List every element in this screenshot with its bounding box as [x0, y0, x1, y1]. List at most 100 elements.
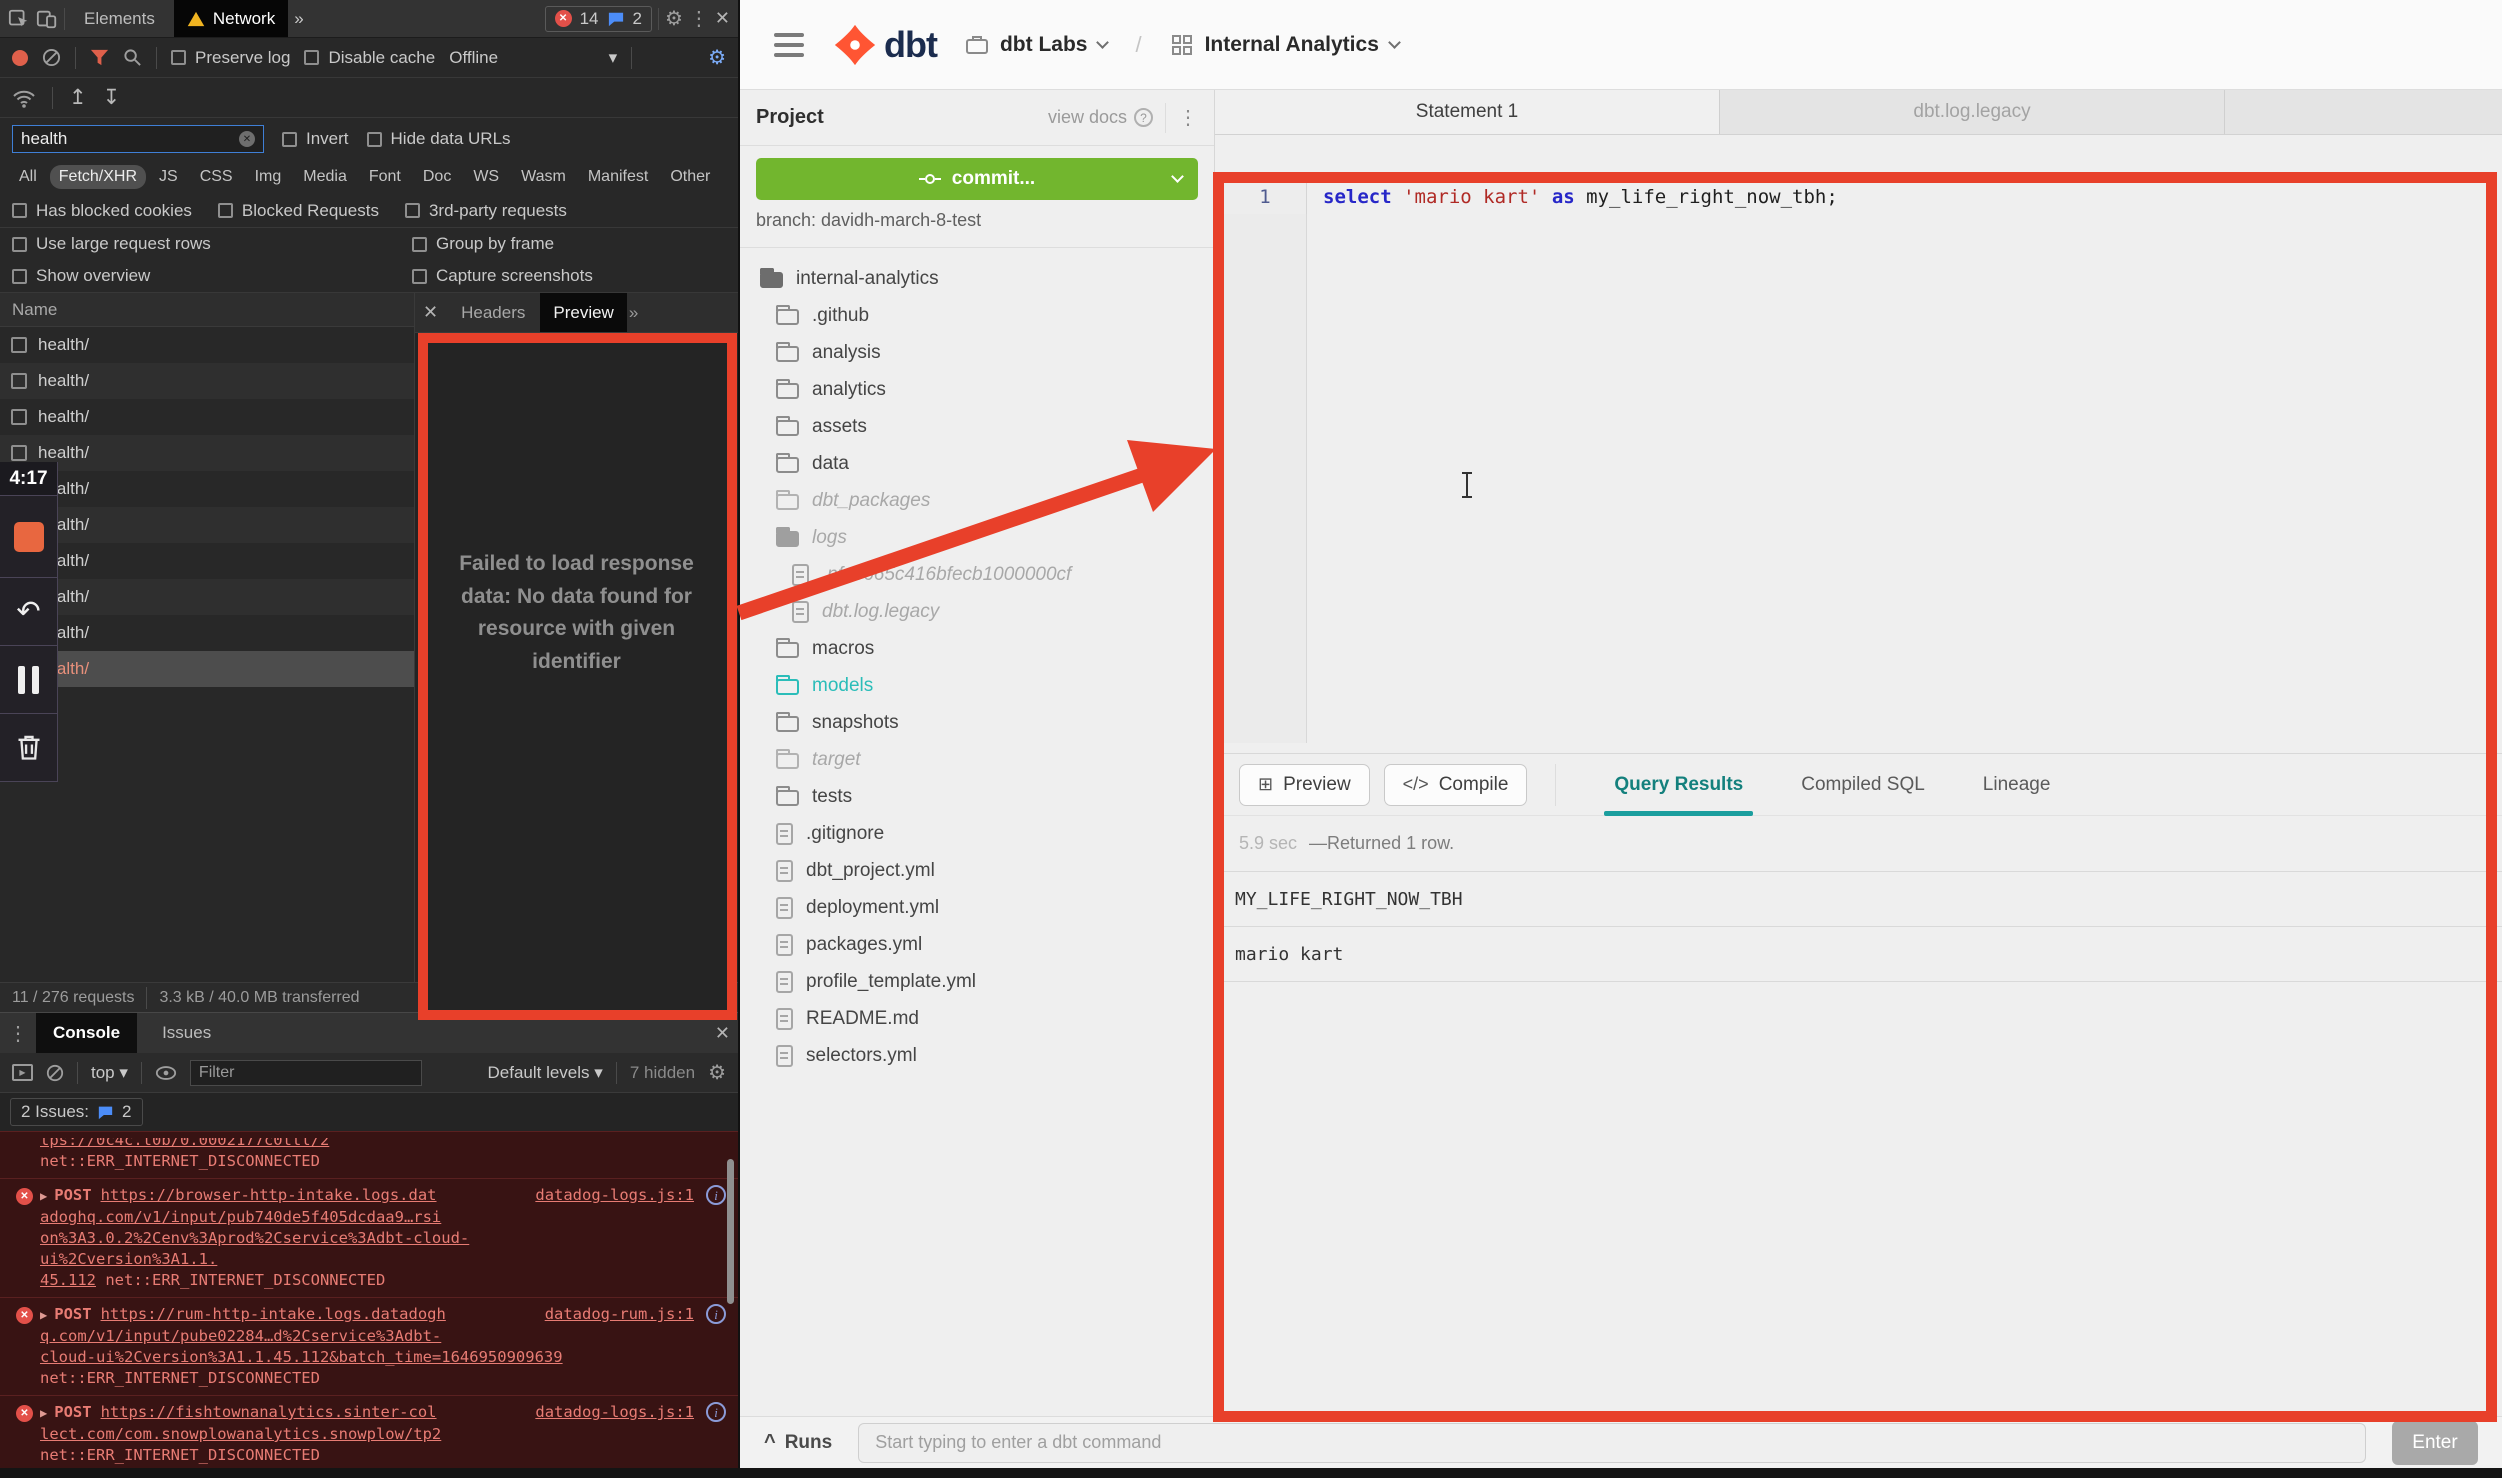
devtools-menu-icon[interactable]: ⋮ [689, 6, 709, 31]
chevron-down-icon[interactable] [1171, 170, 1184, 183]
show-overview-checkbox[interactable]: Show overview [12, 266, 412, 286]
expand-triangle-icon[interactable]: ▶ [40, 1406, 47, 1420]
console-sidebar-icon[interactable]: ▶ [12, 1064, 33, 1081]
tree-item-file-muted[interactable]: .nfc3665c416bfecb1000000cf [740, 556, 1214, 593]
tree-item-folder-muted[interactable]: logs [740, 519, 1214, 556]
chip-wasm[interactable]: Wasm [512, 165, 575, 189]
filter-icon[interactable] [90, 48, 109, 67]
runs-toggle[interactable]: ^Runs [764, 1431, 832, 1454]
result-row[interactable]: mario kart [1215, 926, 2502, 982]
chip-manifest[interactable]: Manifest [579, 165, 657, 189]
tree-item-folder[interactable]: analysis [740, 334, 1214, 371]
clear-console-icon[interactable] [46, 1064, 64, 1082]
console-error-message[interactable]: ✕ ▶POSThttps://browser-http-intake.logs.… [0, 1179, 738, 1298]
use-large-rows-checkbox[interactable]: Use large request rows [12, 234, 412, 254]
inspect-icon[interactable] [8, 8, 30, 30]
console-filter-input[interactable] [190, 1060, 422, 1086]
stop-recording-button[interactable] [0, 496, 58, 578]
issues-summary[interactable]: 2 Issues: 2 [10, 1098, 143, 1126]
preview-button[interactable]: ⊞Preview [1239, 764, 1370, 806]
network-settings-gear-icon[interactable]: ⚙ [708, 48, 726, 68]
chip-doc[interactable]: Doc [414, 165, 460, 189]
network-conditions-icon[interactable] [12, 88, 36, 108]
restart-recording-button[interactable]: ↶ [0, 578, 58, 646]
preserve-log-checkbox[interactable]: Preserve log [171, 48, 290, 68]
tree-item-folder[interactable]: macros [740, 630, 1214, 667]
settings-gear-icon[interactable]: ⚙ [665, 9, 683, 29]
devtools-badges[interactable]: ✕ 14 2 [545, 6, 652, 32]
source-link[interactable]: datadog-logs.js:1 [535, 1402, 694, 1423]
eye-icon[interactable] [155, 1065, 177, 1081]
tab-lineage[interactable]: Lineage [1983, 774, 2051, 796]
chip-css[interactable]: CSS [191, 165, 242, 189]
chip-other[interactable]: Other [661, 165, 719, 189]
account-switcher[interactable]: dbt Labs [965, 33, 1108, 57]
log-levels-select[interactable]: Default levels ▾ [487, 1063, 602, 1083]
code-editor[interactable]: 1 select 'mario kart' as my_life_right_n… [1215, 135, 2502, 753]
blocked-requests-checkbox[interactable]: Blocked Requests [218, 201, 379, 221]
source-link[interactable]: datadog-rum.js:1 [545, 1304, 694, 1325]
project-switcher[interactable]: Internal Analytics [1170, 33, 1399, 57]
export-har-icon[interactable]: ↧ [103, 87, 121, 108]
expand-triangle-icon[interactable]: ▶ [40, 1189, 47, 1203]
tab-elements[interactable]: Elements [71, 0, 168, 37]
request-row[interactable]: health/ [0, 399, 414, 435]
tree-item-file[interactable]: dbt_project.yml [740, 852, 1214, 889]
chip-img[interactable]: Img [246, 165, 291, 189]
tree-item-file-muted[interactable]: dbt.log.legacy [740, 593, 1214, 630]
request-row[interactable]: health/ [0, 543, 414, 579]
invert-checkbox[interactable]: Invert [282, 129, 349, 149]
request-row-selected[interactable]: health/ [0, 651, 414, 687]
console-error-message[interactable]: ✕ ▶POSThttps://rum-http-intake.logs.data… [0, 1298, 738, 1396]
chip-js[interactable]: JS [150, 165, 187, 189]
tree-item-file[interactable]: deployment.yml [740, 889, 1214, 926]
tree-item-file[interactable]: profile_template.yml [740, 963, 1214, 1000]
tree-item-folder-muted[interactable]: dbt_packages [740, 482, 1214, 519]
info-icon[interactable]: i [706, 1402, 726, 1422]
tab-dbt-log-legacy[interactable]: dbt.log.legacy [1720, 90, 2225, 134]
request-row[interactable]: health/ [0, 507, 414, 543]
pause-recording-button[interactable] [0, 646, 58, 714]
group-by-frame-checkbox[interactable]: Group by frame [412, 234, 554, 254]
chip-fetch-xhr[interactable]: Fetch/XHR [50, 165, 146, 189]
tree-item-file[interactable]: selectors.yml [740, 1037, 1214, 1074]
info-icon[interactable]: i [706, 1185, 726, 1205]
panel-menu-icon[interactable]: ⋮ [1178, 105, 1198, 130]
expand-triangle-icon[interactable]: ▶ [40, 1308, 47, 1322]
console-settings-gear-icon[interactable]: ⚙ [708, 1063, 726, 1083]
close-details-icon[interactable]: ✕ [423, 302, 438, 323]
tree-item-file[interactable]: .gitignore [740, 815, 1214, 852]
console-error-message[interactable]: tps://0c4c.t0b/0.0002177c0ttl/2 net::ERR… [0, 1131, 738, 1179]
tab-query-results[interactable]: Query Results [1614, 774, 1743, 796]
details-overflow-icon[interactable]: » [629, 303, 638, 323]
has-blocked-cookies-checkbox[interactable]: Has blocked cookies [12, 201, 192, 221]
request-row[interactable]: health/ [0, 471, 414, 507]
hamburger-menu-icon[interactable] [774, 33, 804, 57]
dbt-command-input[interactable] [858, 1423, 2366, 1463]
tab-network[interactable]: Network [174, 0, 288, 37]
clear-filter-icon[interactable]: ✕ [239, 131, 255, 147]
network-filter-input[interactable] [21, 129, 233, 149]
search-icon[interactable] [123, 48, 142, 67]
tab-console[interactable]: Console [36, 1013, 137, 1053]
import-har-icon[interactable]: ↥ [69, 87, 87, 108]
chip-ws[interactable]: WS [464, 165, 508, 189]
device-toolbar-icon[interactable] [36, 8, 58, 30]
drawer-menu-icon[interactable]: ⋮ [8, 1021, 28, 1046]
chip-all[interactable]: All [10, 165, 46, 189]
tab-preview[interactable]: Preview [540, 293, 626, 332]
enter-button[interactable]: Enter [2392, 1421, 2478, 1465]
tree-item-folder[interactable]: snapshots [740, 704, 1214, 741]
chip-media[interactable]: Media [294, 165, 356, 189]
request-row[interactable]: health/ [0, 579, 414, 615]
tree-item-file[interactable]: README.md [740, 1000, 1214, 1037]
context-select[interactable]: top ▾ [91, 1063, 128, 1083]
console-error-message[interactable]: ✕ ▶POSThttps://fishtownanalytics.sinter-… [0, 1396, 738, 1473]
third-party-requests-checkbox[interactable]: 3rd-party requests [405, 201, 567, 221]
tab-headers[interactable]: Headers [448, 293, 538, 332]
tree-item-file[interactable]: packages.yml [740, 926, 1214, 963]
tab-issues[interactable]: Issues [145, 1013, 228, 1053]
tree-item-folder[interactable]: analytics [740, 371, 1214, 408]
tree-item-root-folder[interactable]: internal-analytics [740, 260, 1214, 297]
request-row[interactable]: health/ [0, 363, 414, 399]
